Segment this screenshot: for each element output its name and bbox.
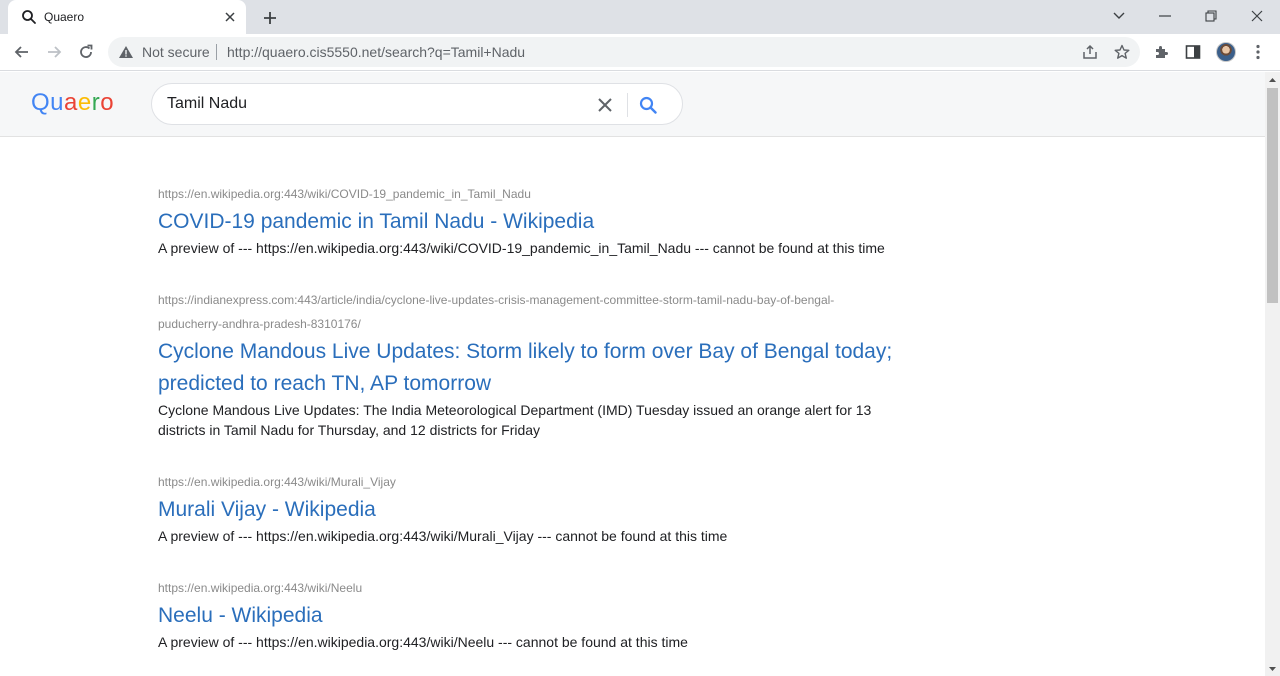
result-url: https://indianexpress.com:443/article/in… [158,293,835,307]
search-divider [627,93,628,117]
quaero-logo[interactable]: Quaero [31,89,114,117]
tab-search-chevron-down-icon[interactable] [1096,0,1142,32]
result-snippet: districts in Tamil Nadu for Thursday, an… [158,422,541,438]
logo-letter: u [50,89,65,116]
new-tab-button[interactable] [258,6,282,30]
result-item: https://en.wikipedia.org:443/wiki/COVID-… [158,182,918,258]
result-snippet: A preview of --- https://en.wikipedia.or… [158,528,728,544]
browser-toolbar: Not secure http://quaero.cis5550.net/sea… [0,34,1280,71]
forward-arrow-icon[interactable] [40,38,68,66]
logo-letter: a [64,89,78,116]
close-window-button[interactable] [1234,0,1280,32]
share-icon[interactable] [1080,42,1100,62]
result-title-link[interactable]: Neelu - Wikipedia [158,600,918,632]
search-icon[interactable] [636,93,660,117]
security-label[interactable]: Not secure [142,44,210,60]
reload-icon[interactable] [72,38,100,66]
search-input[interactable] [167,95,587,113]
result-snippet: A preview of --- https://en.wikipedia.or… [158,240,885,256]
minimize-button[interactable] [1142,0,1188,32]
scroll-down-arrow-icon[interactable] [1265,661,1280,676]
result-title-link[interactable]: predicted to reach TN, AP tomorrow [158,368,918,400]
result-snippet: A preview of --- https://en.wikipedia.or… [158,634,688,650]
result-url: https://en.wikipedia.org:443/wiki/COVID-… [158,187,531,201]
tab-strip: Quaero [0,0,1280,34]
extensions-puzzle-icon[interactable] [1150,41,1172,63]
browser-tab[interactable]: Quaero [8,0,246,34]
clear-search-icon[interactable] [594,94,616,116]
result-title-link[interactable]: COVID-19 pandemic in Tamil Nadu - Wikipe… [158,206,918,238]
bookmark-star-icon[interactable] [1112,42,1132,62]
omnibox-divider [216,44,217,60]
logo-letter: Q [31,89,51,116]
result-title-link[interactable]: Murali Vijay - Wikipedia [158,494,918,526]
search-favicon-icon [21,9,37,25]
site-header: Quaero [0,72,1265,137]
scrollbar-thumb[interactable] [1267,88,1278,303]
warning-triangle-icon[interactable] [118,44,134,60]
page-scrollbar[interactable] [1265,72,1280,676]
scroll-up-arrow-icon[interactable] [1265,72,1280,87]
result-title-link[interactable]: Cyclone Mandous Live Updates: Storm like… [158,336,918,368]
kebab-menu-icon[interactable] [1247,41,1269,63]
result-snippet: Cyclone Mandous Live Updates: The India … [158,402,872,418]
url-text[interactable]: http://quaero.cis5550.net/search?q=Tamil… [227,44,525,60]
result-url: puducherry-andhra-pradesh-8310176/ [158,317,361,331]
profile-avatar[interactable] [1216,42,1236,62]
side-panel-icon[interactable] [1182,41,1204,63]
result-url: https://en.wikipedia.org:443/wiki/Neelu [158,581,363,595]
restore-button[interactable] [1188,0,1234,32]
logo-letter: e [77,89,92,116]
tab-close-icon[interactable] [220,7,240,27]
result-item: https://en.wikipedia.org:443/wiki/Murali… [158,470,918,546]
back-arrow-icon[interactable] [8,38,36,66]
search-box [151,83,683,125]
result-item: https://indianexpress.com:443/article/in… [158,288,918,440]
address-bar[interactable]: Not secure http://quaero.cis5550.net/sea… [108,37,1140,67]
result-url: https://en.wikipedia.org:443/wiki/Murali… [158,475,396,489]
result-item: https://en.wikipedia.org:443/wiki/Neelu … [158,576,918,652]
logo-letter: r [91,89,101,116]
tab-title: Quaero [44,10,85,24]
logo-letter: o [100,89,115,116]
